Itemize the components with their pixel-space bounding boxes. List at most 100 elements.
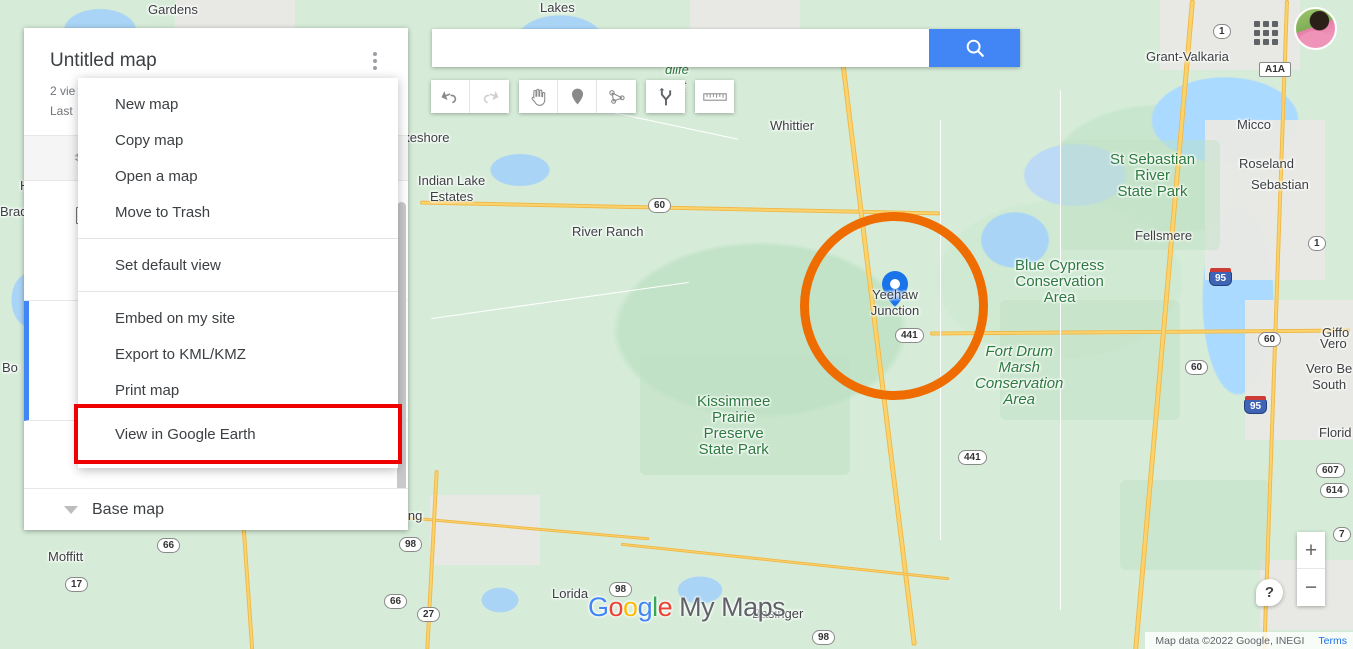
panel-scrollbar-thumb[interactable] [397, 202, 406, 504]
menu-open-a-map[interactable]: Open a map [78, 158, 398, 194]
logo-letter: g [637, 592, 653, 622]
chevron-down-icon[interactable] [64, 505, 78, 514]
logo-letter: e [657, 592, 673, 622]
road-shield: 66 [157, 538, 181, 553]
road-shield: 95 [1244, 396, 1268, 414]
menu-new-map[interactable]: New map [78, 86, 398, 122]
map-place-label: St Sebastian River State Park [1110, 151, 1196, 200]
road-shield: 441 [895, 328, 924, 343]
more-vert-dot [373, 59, 377, 63]
menu-copy-map[interactable]: Copy map [78, 122, 398, 158]
map-place-label: Gardens [148, 2, 198, 17]
menu-move-to-trash[interactable]: Move to Trash [78, 194, 398, 230]
apps-grid-dot [1254, 30, 1260, 36]
add-marker-button[interactable] [558, 80, 597, 113]
search-button[interactable] [929, 29, 1020, 67]
map-place-label: Whittier [770, 118, 815, 133]
map-place-label: River Ranch [572, 224, 644, 239]
road-shield: 607 [1316, 463, 1345, 478]
map-place-label: Lakes [540, 0, 575, 15]
page-title: Untitled map [50, 50, 157, 71]
attribution-text: Map data ©2022 Google, INEGI [1155, 634, 1305, 647]
toolbar-group-tools [519, 80, 636, 113]
map-options-menu: New map Copy map Open a map Move to Trash Se… [74, 78, 402, 468]
map-attribution: Map data ©2022 Google, INEGI Terms [1145, 632, 1353, 649]
zoom-out-button[interactable]: − [1297, 569, 1325, 606]
road-shield: 441 [958, 450, 987, 465]
directions-button[interactable] [646, 80, 685, 113]
search-icon [966, 39, 984, 57]
menu-set-default-view[interactable]: Set default view [78, 247, 398, 283]
map-place-label: Lorida [552, 586, 589, 601]
more-vert-dot [373, 52, 377, 56]
apps-grid-dot [1263, 30, 1269, 36]
draw-line-button[interactable] [597, 80, 636, 113]
road-shield: 60 [1185, 360, 1209, 375]
menu-embed-on-my-site[interactable]: Embed on my site [78, 300, 398, 336]
help-button[interactable]: ? [1256, 579, 1283, 606]
logo-letter: o [608, 592, 624, 622]
zoom-controls: + − [1297, 532, 1325, 606]
menu-print-map[interactable]: Print map [78, 372, 398, 408]
more-vert-dot [373, 66, 377, 70]
google-apps-button[interactable] [1251, 18, 1281, 48]
undo-icon [441, 91, 456, 104]
road-shield: 1 [1213, 24, 1231, 39]
user-avatar[interactable] [1294, 7, 1337, 50]
menu-export-kml-kmz[interactable]: Export to KML/KMZ [78, 336, 398, 372]
measure-button[interactable] [695, 80, 734, 113]
map-place-label: Vero Be South [1306, 361, 1353, 392]
apps-grid-dot [1272, 39, 1278, 45]
map-place-label: Florid [1319, 425, 1352, 440]
apps-grid-dot [1272, 30, 1278, 36]
map-place-label: Vero [1320, 336, 1347, 351]
redo-icon [483, 91, 499, 104]
apps-grid-dot [1254, 21, 1260, 27]
map-place-label: Kissimmee Prairie Preserve State Park [697, 393, 771, 458]
road-shield: 95 [1209, 268, 1233, 286]
search-input[interactable] [432, 29, 929, 67]
menu-separator [78, 291, 398, 292]
map-place-label: Grant-Valkaria [1146, 49, 1229, 64]
map-place-label: Sebastian [1251, 177, 1309, 192]
map-place-label: Bo [2, 360, 18, 375]
terms-link[interactable]: Terms [1318, 635, 1347, 647]
road-shield: 98 [399, 537, 423, 552]
apps-grid-dot [1254, 39, 1260, 45]
map-place-label: Blue Cypress Conservation Area [1015, 257, 1105, 306]
road-shield: 60 [648, 198, 672, 213]
base-map-row[interactable]: Base map [24, 488, 408, 530]
map-place-label: Roseland [1239, 156, 1294, 171]
marker-label: Yeehaw Junction [870, 287, 920, 318]
road-shield: 1 [1308, 236, 1326, 251]
road-shield: 614 [1320, 483, 1349, 498]
road-shield: 17 [65, 577, 89, 592]
menu-separator [78, 238, 398, 239]
road-shield: 66 [384, 594, 408, 609]
minor-road [431, 281, 689, 320]
apps-grid-dot [1263, 39, 1269, 45]
search-bar [432, 29, 1020, 67]
road-shield: 98 [812, 630, 836, 645]
apps-grid-dot [1272, 21, 1278, 27]
directions-icon [658, 87, 671, 105]
map-options-menu-button[interactable] [358, 44, 392, 78]
undo-button[interactable] [431, 80, 470, 113]
toolbar-group-directions [646, 80, 685, 113]
menu-view-in-google-earth[interactable]: View in Google Earth [74, 404, 402, 464]
logo-letter: o [623, 592, 638, 622]
base-map-label: Base map [92, 500, 165, 518]
marker-icon [571, 88, 583, 105]
hand-icon [531, 88, 546, 106]
zoom-in-button[interactable]: + [1297, 532, 1325, 569]
road-shield: 7 [1333, 527, 1351, 542]
redo-button[interactable] [470, 80, 509, 113]
road-shield: 27 [417, 607, 441, 622]
map-place-label: Moffitt [48, 549, 84, 564]
toolbar-group-history [431, 80, 509, 113]
pan-tool-button[interactable] [519, 80, 558, 113]
toolbar-group-measure [695, 80, 734, 113]
map-place-label: Fort Drum Marsh Conservation Area [975, 343, 1064, 408]
map-toolbar [431, 80, 734, 113]
map-place-label: Micco [1237, 117, 1271, 132]
